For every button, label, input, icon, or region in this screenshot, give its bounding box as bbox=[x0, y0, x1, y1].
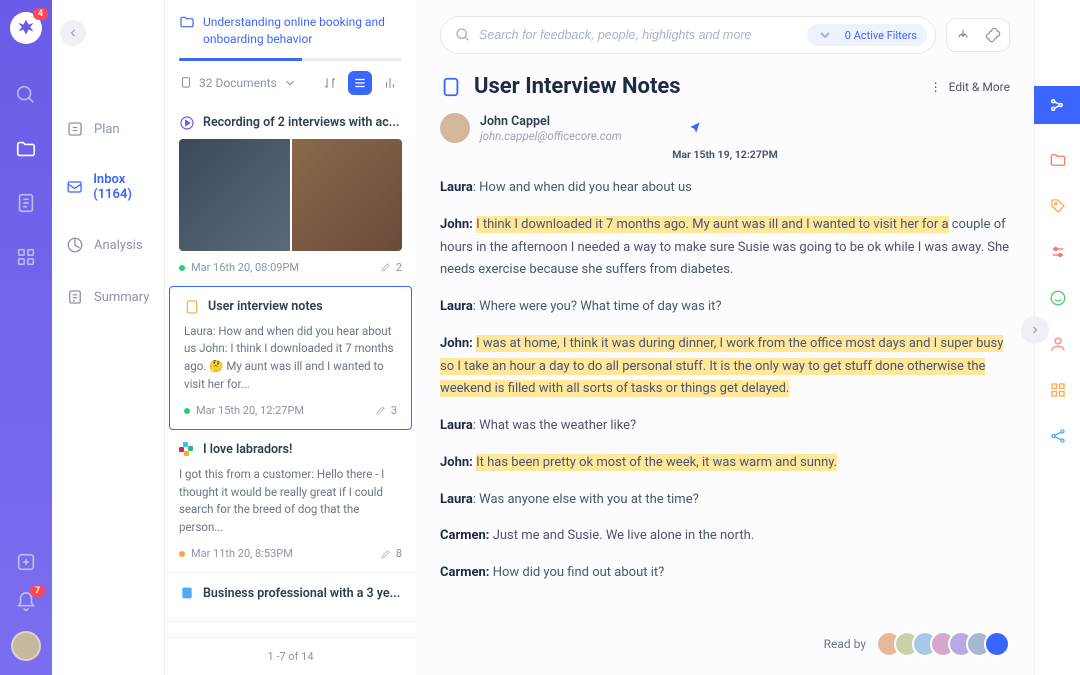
right-rail bbox=[1034, 0, 1080, 675]
transcript-line: Carmen: Just me and Susie. We live alone… bbox=[440, 525, 1010, 548]
section-nav: Plan Inbox (1164) Analysis Summary bbox=[52, 0, 164, 675]
nav-inbox-label: Inbox (1164) bbox=[93, 172, 164, 202]
main-rail: 4 7 bbox=[0, 0, 52, 675]
card-title: I love labradors! bbox=[203, 442, 292, 457]
filters-pill[interactable]: 0 Active Filters bbox=[807, 24, 927, 46]
grid-icon[interactable] bbox=[1048, 380, 1068, 400]
folder-icon[interactable] bbox=[1048, 150, 1068, 170]
sort-button[interactable] bbox=[318, 71, 342, 95]
document-card[interactable]: I love labradors! I got this from a custo… bbox=[165, 430, 416, 573]
doc-title: User Interview Notes bbox=[474, 74, 681, 99]
document-count[interactable]: 32 Documents bbox=[179, 76, 297, 90]
read-by-label: Read by bbox=[824, 637, 866, 651]
play-icon bbox=[179, 115, 195, 131]
transcript-line: Laura: How and when did you hear about u… bbox=[440, 177, 1010, 200]
nav-analysis-label: Analysis bbox=[94, 238, 143, 253]
edit-more-button[interactable]: ⋮ Edit & More bbox=[930, 80, 1010, 94]
folder-title[interactable]: Understanding online booking and onboard… bbox=[179, 14, 402, 48]
document-card[interactable]: User interview notes Laura: How and when … bbox=[169, 286, 412, 430]
transcript-line: Laura: Was anyone else with you at the t… bbox=[440, 489, 1010, 512]
folder-progress bbox=[179, 58, 402, 61]
user-avatar[interactable] bbox=[11, 631, 41, 661]
tag-icon[interactable] bbox=[1048, 196, 1068, 216]
folders-icon[interactable] bbox=[15, 138, 37, 160]
collapse-right-rail[interactable] bbox=[1021, 316, 1049, 344]
transcript: Laura: How and when did you hear about u… bbox=[440, 177, 1010, 599]
card-title: Business professional with a 3 ye... bbox=[203, 586, 400, 601]
persona-icon bbox=[179, 585, 195, 601]
transcript-line: John: I was at home, I think it was duri… bbox=[440, 333, 1010, 401]
highlight[interactable]: I was at home, I think it was during din… bbox=[440, 335, 1003, 398]
folder-title-text: Understanding online booking and onboard… bbox=[203, 14, 402, 48]
insights-icon[interactable] bbox=[1034, 86, 1080, 124]
download-button[interactable] bbox=[951, 23, 975, 47]
sliders-icon[interactable] bbox=[1048, 242, 1068, 262]
apps-icon[interactable] bbox=[15, 246, 37, 268]
list-view-button[interactable] bbox=[348, 71, 372, 95]
author-name: John Cappel bbox=[480, 114, 622, 129]
card-date: Mar 15th 20, 12:27PM bbox=[184, 404, 304, 417]
reader-avatar[interactable] bbox=[984, 631, 1010, 657]
nav-summary[interactable]: Summary bbox=[66, 288, 164, 306]
logo-badge: 4 bbox=[33, 8, 48, 20]
doc-icon bbox=[440, 76, 462, 98]
card-date: Mar 11th 20, 8:53PM bbox=[179, 547, 293, 560]
chart-view-button[interactable] bbox=[378, 71, 402, 95]
search-bar[interactable]: 0 Active Filters bbox=[440, 16, 936, 54]
card-date: Mar 16th 20, 08:09PM bbox=[179, 261, 299, 274]
video-thumbnail bbox=[179, 139, 402, 251]
main-content: 0 Active Filters User Interview Notes ⋮ … bbox=[416, 0, 1034, 675]
nav-analysis[interactable]: Analysis bbox=[66, 236, 164, 254]
bell-badge: 7 bbox=[30, 585, 45, 597]
person-icon[interactable] bbox=[1048, 334, 1068, 354]
nav-plan[interactable]: Plan bbox=[66, 120, 164, 138]
highlight-count: 8 bbox=[380, 547, 402, 560]
read-by: Read by bbox=[824, 631, 1010, 657]
highlight[interactable]: It has been pretty ok most of the week, … bbox=[476, 454, 837, 471]
add-icon[interactable] bbox=[15, 551, 37, 573]
highlight[interactable]: I think I downloaded it 7 months ago. My… bbox=[476, 216, 948, 233]
smile-icon[interactable] bbox=[1048, 288, 1068, 308]
settings-button[interactable] bbox=[981, 23, 1005, 47]
document-list: Understanding online booking and onboard… bbox=[164, 0, 416, 675]
card-snippet: Laura: How and when did you hear about u… bbox=[184, 323, 397, 394]
search-icon[interactable] bbox=[15, 84, 37, 106]
highlight-count: 3 bbox=[375, 404, 397, 417]
author-avatar[interactable] bbox=[440, 113, 470, 143]
document-card[interactable]: Recording of 2 interviews with ac... Mar … bbox=[165, 103, 416, 287]
bell-icon[interactable]: 7 bbox=[15, 591, 37, 613]
nav-plan-label: Plan bbox=[94, 122, 120, 137]
share-icon[interactable] bbox=[688, 119, 702, 138]
transcript-line: John: I think I downloaded it 7 months a… bbox=[440, 214, 1010, 282]
note-icon bbox=[184, 299, 200, 315]
document-card[interactable]: Business professional with a 3 ye... bbox=[165, 573, 416, 622]
card-snippet: I got this from a customer: Hello there … bbox=[179, 466, 402, 537]
search-input[interactable] bbox=[479, 28, 807, 42]
transcript-line: Laura: Where were you? What time of day … bbox=[440, 296, 1010, 319]
transcript-line: Carmen: How did you find out about it? bbox=[440, 562, 1010, 585]
notes-icon[interactable] bbox=[15, 192, 37, 214]
card-title: User interview notes bbox=[208, 299, 323, 314]
transcript-line: Laura: What was the weather like? bbox=[440, 415, 1010, 438]
card-title: Recording of 2 interviews with ac... bbox=[203, 115, 399, 130]
app-logo[interactable]: 4 bbox=[10, 12, 42, 44]
pager: 1 -7 of 14 bbox=[165, 637, 416, 675]
doc-timestamp: Mar 15th 19, 12:27PM bbox=[440, 148, 1010, 161]
nav-summary-label: Summary bbox=[94, 290, 149, 305]
transcript-line: John: It has been pretty ok most of the … bbox=[440, 452, 1010, 475]
author-email: john.cappel@officecore.com bbox=[480, 129, 622, 143]
share-network-icon[interactable] bbox=[1048, 426, 1068, 446]
slack-icon bbox=[179, 442, 195, 458]
highlight-count: 2 bbox=[380, 261, 402, 274]
back-button[interactable] bbox=[60, 20, 86, 46]
nav-inbox[interactable]: Inbox (1164) bbox=[66, 172, 164, 202]
